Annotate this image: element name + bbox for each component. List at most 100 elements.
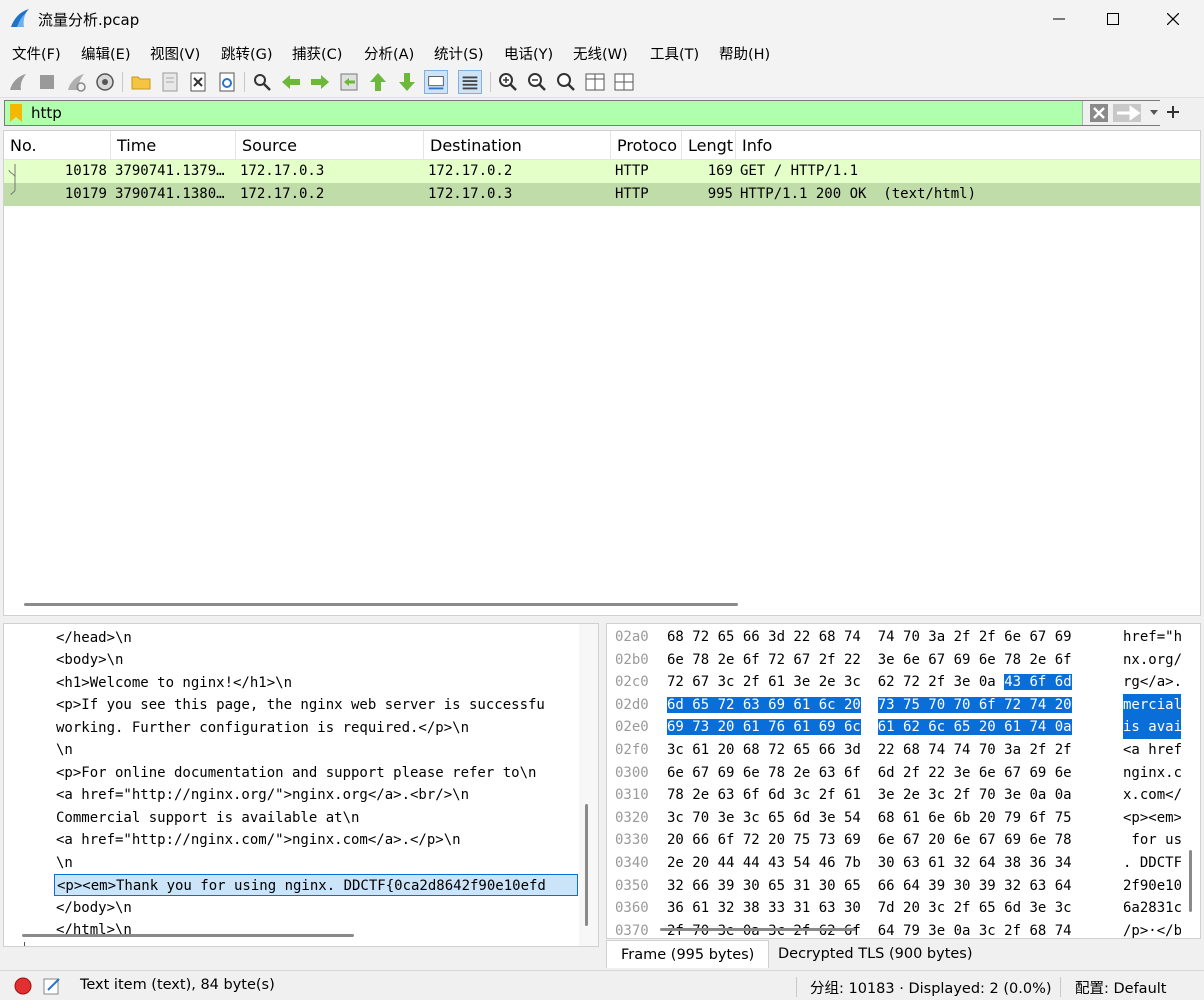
packet-row-selected[interactable]: 10179 3790741.1380… 172.17.0.2 172.17.0.… [4, 183, 1200, 206]
hex-bytes[interactable]: 6e 78 2e 6f 72 67 2f 22 3e 6e 67 69 6e 7… [667, 649, 1072, 672]
menu-tools[interactable]: 工具(T) [650, 43, 699, 64]
column-header-length[interactable]: Lengt [682, 131, 736, 160]
tab-frame[interactable]: Frame (995 bytes) [606, 940, 770, 968]
text-line[interactable]: <a href="http://nginx.org/">nginx.org</a… [56, 784, 469, 806]
apply-filter-icon[interactable] [1113, 104, 1141, 122]
hex-ascii[interactable]: <a href [1123, 739, 1181, 762]
add-filter-button-plus-icon[interactable] [1166, 105, 1180, 119]
menu-telephony[interactable]: 电话(Y) [504, 43, 553, 64]
open-file-icon[interactable] [129, 70, 153, 94]
menu-file[interactable]: 文件(F) [12, 43, 61, 64]
auto-scroll-icon[interactable] [424, 70, 448, 94]
go-forward-icon[interactable] [308, 70, 332, 94]
menu-capture[interactable]: 捕获(C) [292, 43, 342, 64]
hex-ascii[interactable]: /p>·</b [1123, 920, 1181, 938]
column-header-source[interactable]: Source [236, 131, 424, 160]
text-line[interactable]: working. Further configuration is requir… [56, 717, 469, 739]
menu-view[interactable]: 视图(V) [150, 43, 200, 64]
hex-bytes[interactable]: 78 2e 63 6f 6d 3c 2f 61 3e 2e 3c 2f 70 3… [667, 784, 1072, 807]
expand-icon[interactable] [612, 70, 636, 94]
display-filter-input[interactable] [31, 103, 1081, 123]
hex-bytes[interactable]: 3c 70 3e 3c 65 6d 3e 54 68 61 6e 6b 20 7… [667, 807, 1072, 830]
text-line[interactable]: <h1>Welcome to nginx!</h1>\n [56, 672, 292, 694]
hex-bytes[interactable]: 6e 67 69 6e 78 2e 63 6f 6d 2f 22 3e 6e 6… [667, 762, 1072, 785]
text-line[interactable]: </body>\n [56, 897, 132, 919]
detail-horizontal-scrollbar[interactable] [22, 934, 354, 937]
go-first-icon[interactable] [366, 70, 390, 94]
hex-ascii[interactable]: is avai [1123, 716, 1181, 739]
text-line[interactable]: <body>\n [56, 649, 123, 671]
column-header-no[interactable]: No. [4, 131, 111, 160]
hex-bytes[interactable]: 72 67 3c 2f 61 3e 2e 3c 62 72 2f 3e 0a 4… [667, 671, 1072, 694]
filter-history-chevron-down-icon[interactable] [1149, 109, 1159, 117]
column-header-info[interactable]: Info [736, 131, 1202, 160]
zoom-in-icon[interactable] [496, 70, 520, 94]
menu-analyze[interactable]: 分析(A) [364, 43, 414, 64]
selected-text-line[interactable]: <p><em>Thank you for using nginx. DDCTF{… [54, 874, 578, 896]
hex-ascii[interactable]: href="h [1123, 626, 1181, 649]
column-header-time[interactable]: Time [111, 131, 236, 160]
hex-bytes[interactable]: 20 66 6f 72 20 75 73 69 6e 67 20 6e 67 6… [667, 829, 1072, 852]
close-button[interactable] [1144, 0, 1202, 38]
hex-bytes[interactable]: 68 72 65 66 3d 22 68 74 74 70 3a 2f 2f 6… [667, 626, 1072, 649]
hex-ascii[interactable]: x.com</ [1123, 784, 1181, 807]
hex-ascii[interactable]: nginx.c [1123, 762, 1181, 785]
hex-ascii[interactable]: . DDCTF [1123, 852, 1181, 875]
detail-vertical-scrollbar[interactable] [585, 804, 588, 926]
tab-decrypted-tls[interactable]: Decrypted TLS (900 bytes) [764, 940, 987, 968]
hex-bytes[interactable]: 3c 61 20 68 72 65 66 3d 22 68 74 74 70 3… [667, 739, 1072, 762]
capture-options-icon[interactable] [93, 70, 117, 94]
menu-wireless[interactable]: 无线(W) [573, 43, 628, 64]
hex-vertical-scrollbar[interactable] [1189, 850, 1192, 912]
reload-file-icon[interactable] [215, 70, 239, 94]
text-line[interactable]: <p>For online documentation and support … [56, 762, 536, 784]
hex-ascii[interactable]: 2f90e10 [1123, 875, 1181, 898]
go-last-icon[interactable] [395, 70, 419, 94]
text-line[interactable]: </head>\n [56, 627, 132, 649]
status-profile[interactable]: 配置: Default [1075, 977, 1166, 998]
text-line[interactable]: <a href="http://nginx.com/">nginx.com</a… [56, 829, 461, 851]
save-file-icon[interactable] [158, 70, 182, 94]
hex-ascii[interactable]: for us [1123, 829, 1181, 852]
zoom-normal-icon[interactable] [554, 70, 578, 94]
edit-comment-icon[interactable] [42, 976, 62, 996]
colorize-icon[interactable] [458, 70, 482, 94]
menu-help[interactable]: 帮助(H) [719, 43, 770, 64]
menu-statistics[interactable]: 统计(S) [434, 43, 484, 64]
expert-info-icon[interactable] [14, 977, 32, 995]
go-to-packet-icon[interactable] [337, 70, 361, 94]
stop-capture-icon[interactable] [35, 70, 59, 94]
hex-bytes[interactable]: 32 66 39 30 65 31 30 65 66 64 39 30 39 3… [667, 875, 1072, 898]
text-line[interactable]: \n [56, 739, 73, 761]
hex-bytes[interactable]: 69 73 20 61 76 61 69 6c 61 62 6c 65 20 6… [667, 716, 1072, 739]
packet-list-horizontal-scrollbar[interactable] [24, 603, 738, 606]
resize-columns-icon[interactable] [583, 70, 607, 94]
hex-ascii[interactable]: <p><em> [1123, 807, 1181, 830]
maximize-button[interactable] [1084, 0, 1142, 38]
packet-row[interactable]: 10178 3790741.1379… 172.17.0.3 172.17.0.… [4, 160, 1200, 183]
hex-ascii[interactable]: mercial [1123, 693, 1181, 717]
text-line[interactable]: <p>If you see this page, the nginx web s… [56, 694, 545, 716]
menu-go[interactable]: 跳转(G) [221, 43, 273, 64]
restart-capture-icon[interactable] [64, 70, 88, 94]
zoom-out-icon[interactable] [525, 70, 549, 94]
column-header-protocol[interactable]: Protoco [611, 131, 682, 160]
minimize-button[interactable] [1030, 0, 1088, 38]
clear-filter-icon[interactable] [1090, 104, 1108, 122]
hex-bytes[interactable]: 36 61 32 38 33 31 63 30 7d 20 3c 2f 65 6… [667, 897, 1072, 920]
hex-ascii[interactable]: 6a2831c [1123, 897, 1181, 920]
hex-ascii[interactable]: nx.org/ [1123, 649, 1181, 672]
text-line[interactable]: Commercial support is available at\n [56, 807, 359, 829]
go-back-icon[interactable] [279, 70, 303, 94]
start-capture-icon[interactable] [6, 70, 30, 94]
find-packet-icon[interactable] [250, 70, 274, 94]
close-file-icon[interactable] [186, 70, 210, 94]
text-line[interactable]: \n [56, 852, 73, 874]
text-line[interactable]: </html>\n [56, 919, 132, 941]
hex-horizontal-scrollbar[interactable] [660, 928, 856, 931]
hex-bytes[interactable]: 2e 20 44 44 43 54 46 7b 30 63 61 32 64 3… [667, 852, 1072, 875]
column-header-destination[interactable]: Destination [424, 131, 611, 160]
hex-bytes[interactable]: 6d 65 72 63 69 61 6c 20 73 75 70 70 6f 7… [667, 694, 1072, 717]
hex-ascii[interactable]: rg</a>. [1123, 671, 1181, 694]
menu-edit[interactable]: 编辑(E) [81, 43, 130, 64]
